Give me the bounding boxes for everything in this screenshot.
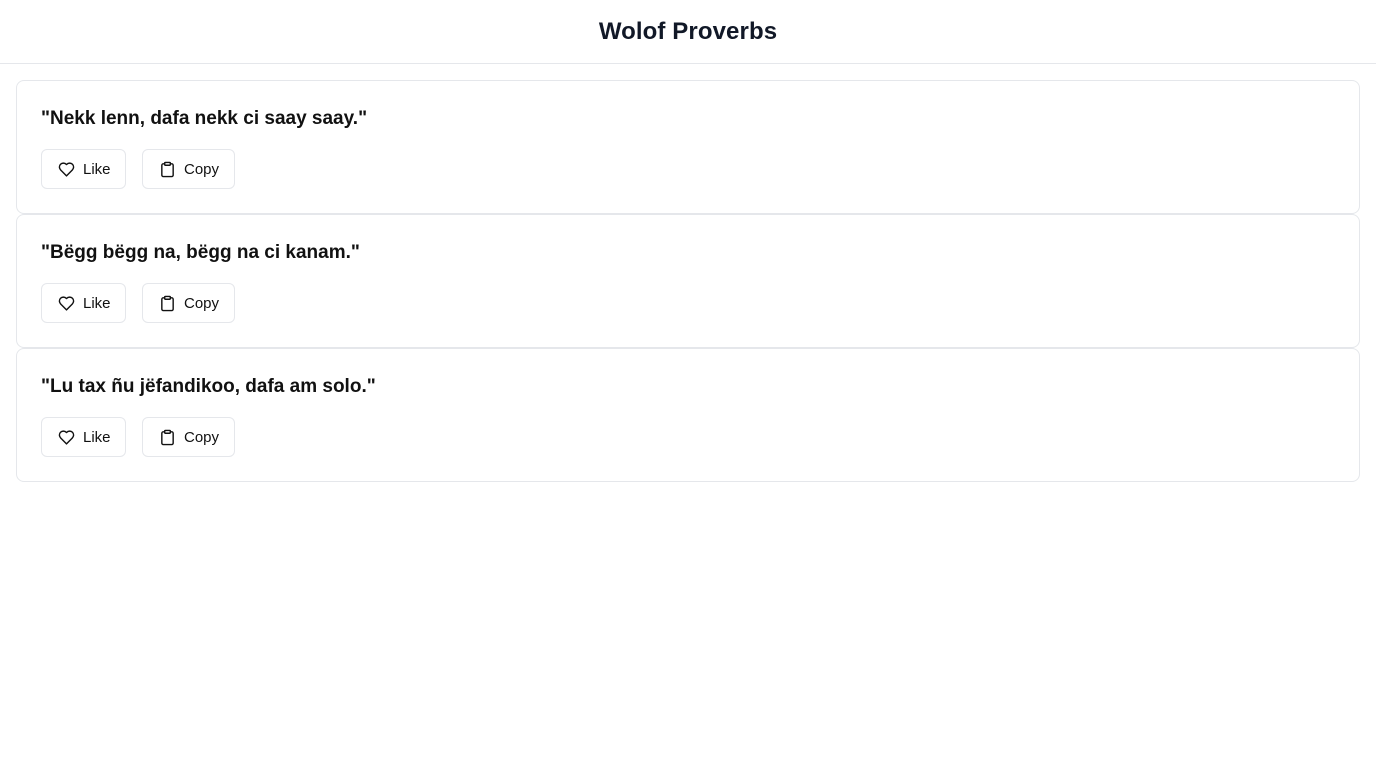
proverb-card: "Bëgg bëgg na, bëgg na ci kanam." Like C… [16,214,1360,348]
clipboard-icon [159,428,176,446]
like-label: Like [83,160,111,178]
copy-label: Copy [184,160,220,178]
clipboard-icon [159,160,176,178]
copy-label: Copy [184,428,220,446]
heart-icon [58,428,75,446]
like-label: Like [83,428,111,446]
proverb-list: "Nekk lenn, dafa nekk ci saay saay." Lik… [0,64,1376,482]
like-label: Like [83,294,111,312]
like-button[interactable]: Like [41,417,126,457]
heart-icon [58,294,75,312]
page-title: Wolof Proverbs [598,17,778,45]
proverb-text: "Bëgg bëgg na, bëgg na ci kanam." [41,242,360,263]
clipboard-icon [159,294,176,312]
proverb-actions: Like Copy [41,149,1335,189]
heart-icon [58,160,75,178]
proverb-text: "Nekk lenn, dafa nekk ci saay saay." [41,108,368,129]
like-button[interactable]: Like [41,283,126,323]
copy-label: Copy [184,294,220,312]
copy-button[interactable]: Copy [142,283,235,323]
app-header: Wolof Proverbs [0,0,1376,64]
proverb-card: "Nekk lenn, dafa nekk ci saay saay." Lik… [16,80,1360,214]
proverb-actions: Like Copy [41,283,1335,323]
copy-button[interactable]: Copy [142,417,235,457]
proverb-text: "Lu tax ñu jëfandikoo, dafa am solo." [41,376,376,397]
proverb-card: "Lu tax ñu jëfandikoo, dafa am solo." Li… [16,348,1360,482]
copy-button[interactable]: Copy [142,149,235,189]
like-button[interactable]: Like [41,149,126,189]
proverb-actions: Like Copy [41,417,1335,457]
